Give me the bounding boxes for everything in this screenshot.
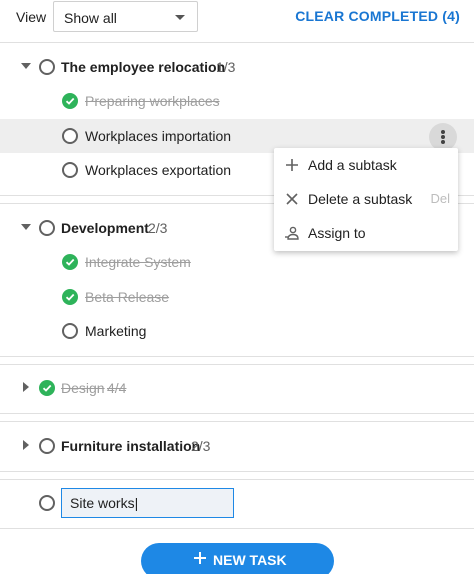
subtask-label: Marketing (85, 323, 147, 339)
new-task-input[interactable] (61, 488, 234, 518)
task-progress-count: 2/3 (148, 220, 168, 236)
more-vert-icon[interactable] (429, 123, 457, 151)
task-title: The employee relocation (61, 59, 226, 75)
menu-item-label: Delete a subtask (308, 191, 413, 207)
divider (0, 471, 474, 472)
task-checkbox[interactable] (39, 495, 55, 511)
assign-user-icon (285, 226, 299, 240)
menu-item-delete-subtask[interactable]: Delete a subtask Del (274, 182, 458, 216)
menu-item-add-subtask[interactable]: Add a subtask (274, 148, 458, 182)
task-title: Design (61, 380, 105, 396)
checked-checkbox-icon[interactable] (62, 93, 78, 109)
expand-toggle-icon[interactable] (23, 382, 29, 392)
task-title: Development (61, 220, 149, 236)
subtask-label: Preparing workplaces (85, 93, 220, 109)
checked-checkbox-icon[interactable] (62, 289, 78, 305)
subtask-checkbox[interactable] (62, 323, 78, 339)
plus-icon (286, 159, 298, 171)
new-task-button-label: NEW TASK (213, 552, 287, 568)
task-checkbox[interactable] (39, 220, 55, 236)
chevron-down-icon (175, 15, 185, 20)
task-group-header[interactable]: The employee relocation 1/3 (0, 50, 474, 84)
expand-toggle-icon[interactable] (21, 224, 31, 230)
subtask-label: Beta Release (85, 289, 170, 305)
clear-completed-button[interactable]: CLEAR COMPLETED (4) (295, 8, 460, 24)
divider (0, 479, 474, 480)
task-progress-count: 4/4 (107, 380, 127, 396)
plus-icon (194, 552, 206, 564)
task-checkbox[interactable] (39, 59, 55, 75)
task-progress-count: 1/3 (216, 59, 236, 75)
close-icon (286, 193, 298, 205)
checked-checkbox-icon[interactable] (62, 254, 78, 270)
task-checkbox[interactable] (39, 438, 55, 454)
divider (0, 528, 474, 529)
divider (0, 413, 474, 414)
task-progress-count: 2/3 (191, 438, 211, 454)
subtask-checkbox[interactable] (62, 128, 78, 144)
subtask-label: Integrate System (85, 254, 191, 270)
new-task-button[interactable]: NEW TASK (141, 543, 334, 574)
toolbar: View Show all CLEAR COMPLETED (4) (0, 0, 474, 42)
divider (0, 42, 474, 43)
task-group-header[interactable]: Design 4/4 (0, 371, 474, 405)
task-group-header[interactable]: Furniture installation 2/3 (0, 429, 474, 463)
subtask-label: Workplaces exportation (85, 162, 232, 178)
expand-toggle-icon[interactable] (23, 440, 29, 450)
context-menu: Add a subtask Delete a subtask Del Assig… (274, 148, 458, 251)
view-filter-value: Show all (64, 10, 117, 26)
menu-item-label: Assign to (308, 225, 366, 241)
expand-toggle-icon[interactable] (21, 63, 31, 69)
checked-checkbox-icon[interactable] (39, 380, 55, 396)
menu-item-label: Add a subtask (308, 157, 397, 173)
subtask-row[interactable]: Marketing (0, 314, 474, 348)
task-title: Furniture installation (61, 438, 201, 454)
subtask-checkbox[interactable] (62, 162, 78, 178)
subtask-label: Workplaces importation (85, 128, 232, 144)
subtask-row[interactable]: Beta Release (0, 280, 474, 314)
divider (0, 364, 474, 365)
divider (0, 356, 474, 357)
menu-item-shortcut: Del (430, 191, 450, 206)
view-label: View (16, 9, 47, 25)
menu-item-assign-to[interactable]: Assign to (274, 216, 458, 250)
subtask-row[interactable]: Preparing workplaces (0, 84, 474, 118)
view-filter-select[interactable]: Show all (53, 1, 198, 32)
divider (0, 421, 474, 422)
